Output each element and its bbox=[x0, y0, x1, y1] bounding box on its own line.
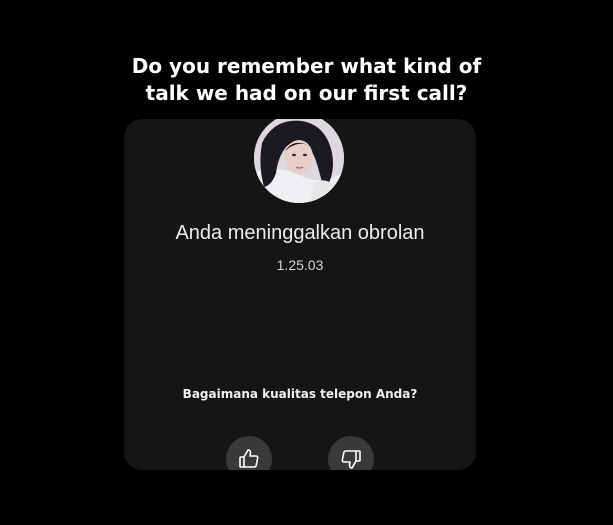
call-ended-card: Anda meninggalkan obrolan 1.25.03 Bagaim… bbox=[124, 119, 476, 470]
avatar bbox=[254, 119, 344, 203]
prompt-line-2: talk we had on our first call? bbox=[145, 81, 468, 105]
prompt-heading: Do you remember what kind of talk we had… bbox=[0, 53, 613, 107]
avatar-photo bbox=[254, 119, 344, 203]
call-quality-question: Bagaimana kualitas telepon Anda? bbox=[182, 387, 418, 401]
call-duration: 1.25.03 bbox=[276, 257, 324, 273]
call-status-text: Anda meninggalkan obrolan bbox=[175, 222, 425, 244]
thumbs-down-button[interactable] bbox=[328, 436, 374, 470]
prompt-line-1: Do you remember what kind of bbox=[131, 54, 482, 78]
thumbs-down-icon bbox=[341, 450, 361, 469]
thumbs-up-icon bbox=[239, 449, 259, 468]
thumbs-up-button[interactable] bbox=[226, 436, 272, 470]
